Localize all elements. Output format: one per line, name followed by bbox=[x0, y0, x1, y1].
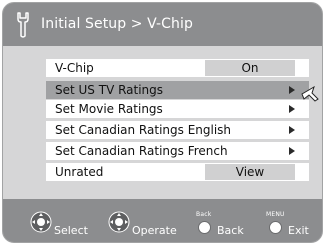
setup-screen: Initial Setup > V-Chip V-Chip On Set US … bbox=[2, 2, 323, 243]
select-label: Select bbox=[54, 224, 88, 237]
menu-item-label: Set Canadian Ratings English bbox=[55, 123, 232, 137]
exit-label: Exit bbox=[288, 224, 309, 237]
footer-bar: Select Operate Back Back MENU Exit bbox=[3, 199, 322, 242]
menu-key-label: MENU bbox=[266, 211, 285, 218]
circle-button-icon[interactable] bbox=[269, 221, 282, 234]
menu-item-label: V-Chip bbox=[55, 61, 94, 75]
circle-button-icon[interactable] bbox=[198, 221, 211, 234]
chevron-right-icon bbox=[289, 126, 295, 134]
dpad-icon[interactable] bbox=[108, 211, 130, 233]
menu-item-unrated[interactable]: Unrated View bbox=[46, 163, 309, 181]
chevron-right-icon bbox=[289, 105, 295, 113]
menu-item-label: Set Canadian Ratings French bbox=[55, 144, 228, 158]
menu-item-set-movie-ratings[interactable]: Set Movie Ratings bbox=[46, 100, 309, 118]
page-title: Initial Setup > V-Chip bbox=[41, 16, 194, 32]
menu-item-v-chip[interactable]: V-Chip On bbox=[46, 59, 309, 77]
dpad-icon[interactable] bbox=[30, 211, 52, 233]
menu-item-label: Set US TV Ratings bbox=[55, 83, 164, 97]
menu-item-label: Unrated bbox=[55, 165, 104, 179]
menu-item-set-us-tv-ratings[interactable]: Set US TV Ratings bbox=[46, 81, 309, 99]
wrench-icon bbox=[17, 12, 29, 38]
menu-item-value: On bbox=[205, 60, 295, 76]
chevron-right-icon bbox=[289, 147, 295, 155]
back-label: Back bbox=[217, 224, 244, 237]
menu-panel: V-Chip On Set US TV Ratings Set Movie Ra… bbox=[3, 46, 322, 199]
menu-item-value: View bbox=[205, 164, 295, 180]
pointer-arrow-icon bbox=[301, 86, 319, 102]
back-key-label: Back bbox=[196, 211, 212, 218]
chevron-right-icon bbox=[289, 86, 295, 94]
menu-item-set-canadian-ratings-french[interactable]: Set Canadian Ratings French bbox=[46, 142, 309, 160]
menu-item-set-canadian-ratings-english[interactable]: Set Canadian Ratings English bbox=[46, 121, 309, 139]
menu-item-label: Set Movie Ratings bbox=[55, 102, 163, 116]
header-bar: Initial Setup > V-Chip bbox=[3, 3, 322, 46]
operate-label: Operate bbox=[132, 224, 177, 237]
